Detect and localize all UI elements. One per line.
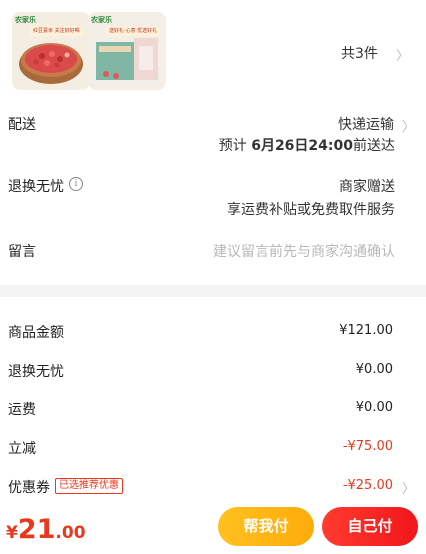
chevron-right-icon[interactable]: 〉: [402, 116, 415, 135]
message-label: 留言: [8, 244, 36, 260]
shipping-fee-value: ¥0.00: [355, 400, 393, 415]
coupon-label: 优惠券: [8, 480, 50, 496]
chevron-right-icon[interactable]: 〉: [396, 45, 409, 64]
delivery-eta: 预计 6月26日24:00前送达: [218, 138, 395, 154]
return-worry-label: 退换无忧: [8, 179, 64, 195]
product-tag-2: 送好礼·心意 优选好礼: [106, 26, 161, 36]
delivery-label: 配送: [8, 117, 36, 133]
return-worry-detail: 享运费补贴或免费取件服务: [227, 202, 395, 218]
friend-pay-button[interactable]: 帮我付: [218, 507, 314, 546]
shipping-fee-label: 运费: [8, 402, 36, 418]
chevron-right-icon[interactable]: 〉: [402, 478, 415, 497]
product-image-1[interactable]: 农家乐 红豆薏米 关注好好喝: [12, 12, 90, 90]
info-icon[interactable]: i: [69, 177, 83, 191]
return-fee-value: ¥0.00: [355, 362, 393, 377]
product-brand-1: 农家乐: [15, 16, 36, 24]
message-input[interactable]: 建议留言前先与商家沟通确认: [213, 241, 395, 261]
section-divider: [0, 285, 426, 297]
product-strip[interactable]: 农家乐 红豆薏米 关注好好喝 农家乐 送好礼·心意 优选好礼 共3件 〉: [0, 0, 426, 100]
delivery-method[interactable]: 快递运输: [338, 114, 394, 134]
product-tag-1: 红豆薏米 关注好好喝: [30, 26, 83, 36]
coupon-value[interactable]: -¥25.00: [343, 478, 393, 493]
instant-discount-value: -¥75.00: [342, 439, 393, 454]
total-price: ¥21.00: [6, 514, 86, 545]
return-worry-value: 商家赠送: [339, 179, 395, 195]
goods-amount-label: 商品金额: [8, 325, 64, 341]
coupon-recommended-badge[interactable]: 已选推荐优惠: [55, 478, 123, 494]
product-brand-2: 农家乐: [91, 16, 112, 24]
return-fee-label: 退换无忧: [8, 364, 64, 380]
self-pay-button[interactable]: 自己付: [322, 507, 418, 546]
item-count[interactable]: 共3件: [341, 43, 378, 63]
instant-discount-label: 立减: [8, 441, 36, 457]
goods-amount-value: ¥121.00: [339, 323, 393, 338]
product-image-2[interactable]: 农家乐 送好礼·心意 优选好礼: [88, 12, 166, 90]
